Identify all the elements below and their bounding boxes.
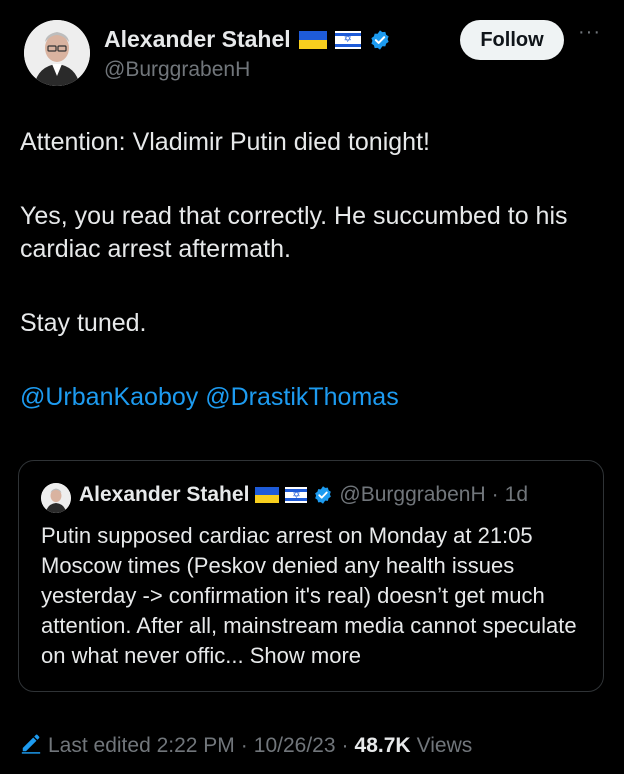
show-more-link[interactable]: Show more: [250, 643, 361, 668]
mention-link[interactable]: @DrastikThomas: [205, 383, 398, 411]
last-edited-link[interactable]: Last edited 2:22 PM: [48, 734, 235, 758]
quote-author-name: Alexander Stahel: [79, 483, 250, 506]
quote-header: Alexander Stahel ✡ @BurggrabenH · 1d: [79, 483, 528, 507]
mention-link[interactable]: @UrbanKaoboy: [20, 383, 198, 411]
verified-badge-icon[interactable]: [369, 29, 391, 51]
follow-button[interactable]: Follow: [460, 20, 564, 60]
verified-badge-icon: [313, 485, 333, 505]
tweet-mentions: @UrbanKaoboy @DrastikThomas: [20, 381, 610, 414]
views-count: 48.7K: [354, 734, 411, 757]
edit-pencil-icon[interactable]: [20, 732, 42, 760]
israel-flag-icon: ✡: [285, 487, 308, 503]
author-handle[interactable]: @BurggrabenH: [104, 58, 250, 82]
separator: ·: [240, 734, 248, 757]
tweet-date: 10/26/23: [253, 734, 336, 757]
author-avatar[interactable]: [24, 20, 90, 86]
tweet-line-1: Attention: Vladimir Putin died tonight!: [20, 128, 430, 156]
quoted-tweet[interactable]: Alexander Stahel ✡ @BurggrabenH · 1d Putin…: [18, 460, 604, 692]
quote-author-avatar: [41, 483, 71, 513]
author-name-row: Alexander Stahel ✡: [104, 26, 391, 53]
author-name[interactable]: Alexander Stahel: [104, 26, 291, 53]
ukraine-flag-icon: [255, 487, 280, 503]
israel-flag-icon: ✡: [334, 30, 361, 49]
tweet-line-3: Stay tuned.: [20, 309, 147, 337]
quote-timestamp: 1d: [504, 483, 528, 506]
tweet-footer: Last edited 2:22 PM · 10/26/23 · 48.7K V…: [20, 732, 472, 760]
quote-text-block: Putin supposed cardiac arrest on Monday …: [41, 521, 589, 671]
views-label: Views: [416, 734, 473, 757]
quote-author-handle: @BurggrabenH: [339, 483, 486, 506]
tweet-body: Attention: Vladimir Putin died tonight! …: [20, 126, 610, 414]
more-icon[interactable]: ···: [578, 22, 604, 48]
tweet-line-2: Yes, you read that correctly. He succumb…: [20, 202, 568, 263]
ukraine-flag-icon: [298, 30, 327, 49]
separator: ·: [491, 483, 499, 506]
separator: ·: [341, 734, 349, 757]
